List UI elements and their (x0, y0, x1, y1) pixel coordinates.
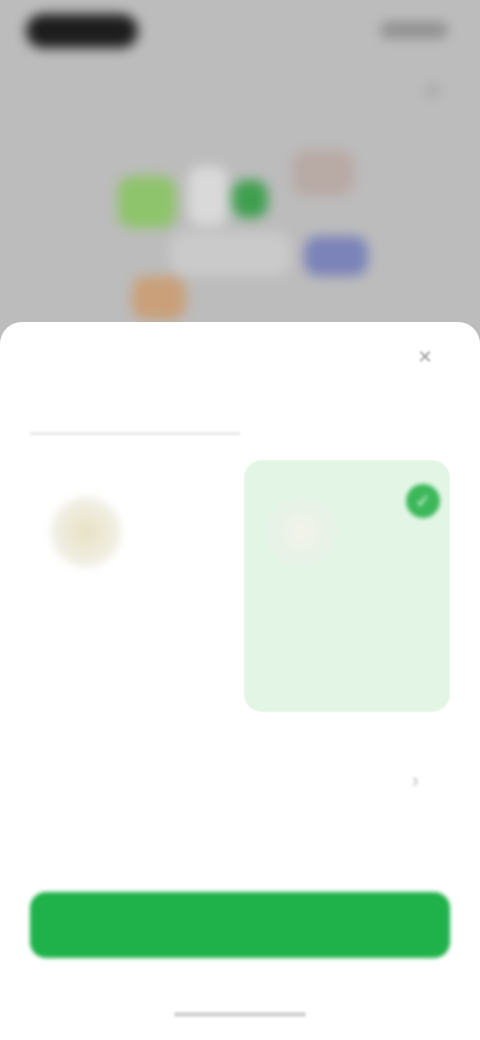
background-content (0, 0, 480, 330)
background-dot (426, 84, 440, 98)
background-blob (304, 236, 368, 276)
illustration-icon (266, 496, 338, 568)
option-row[interactable]: › (28, 748, 452, 822)
background-blob (118, 176, 176, 228)
illustration-icon (50, 496, 122, 568)
tab-first[interactable] (30, 394, 240, 430)
background-blob (170, 232, 290, 276)
bottom-sheet: ✕ ✓ › (0, 322, 480, 1040)
status-bar-time (26, 14, 138, 48)
close-icon[interactable]: ✕ (414, 346, 436, 368)
status-bar-indicators (380, 22, 448, 38)
background-blob (232, 180, 268, 218)
check-icon: ✓ (406, 484, 440, 518)
home-indicator (174, 1012, 306, 1017)
background-blob (292, 150, 354, 196)
confirm-button[interactable] (30, 892, 450, 958)
option-card-right-selected[interactable]: ✓ (244, 460, 450, 712)
tab-second[interactable] (240, 394, 450, 430)
background-blob (132, 276, 186, 320)
tab-indicator (30, 432, 240, 435)
background-blob (188, 166, 228, 226)
tab-bar (30, 394, 450, 430)
option-card-left[interactable] (28, 460, 234, 712)
chevron-right-icon: › (412, 770, 419, 792)
